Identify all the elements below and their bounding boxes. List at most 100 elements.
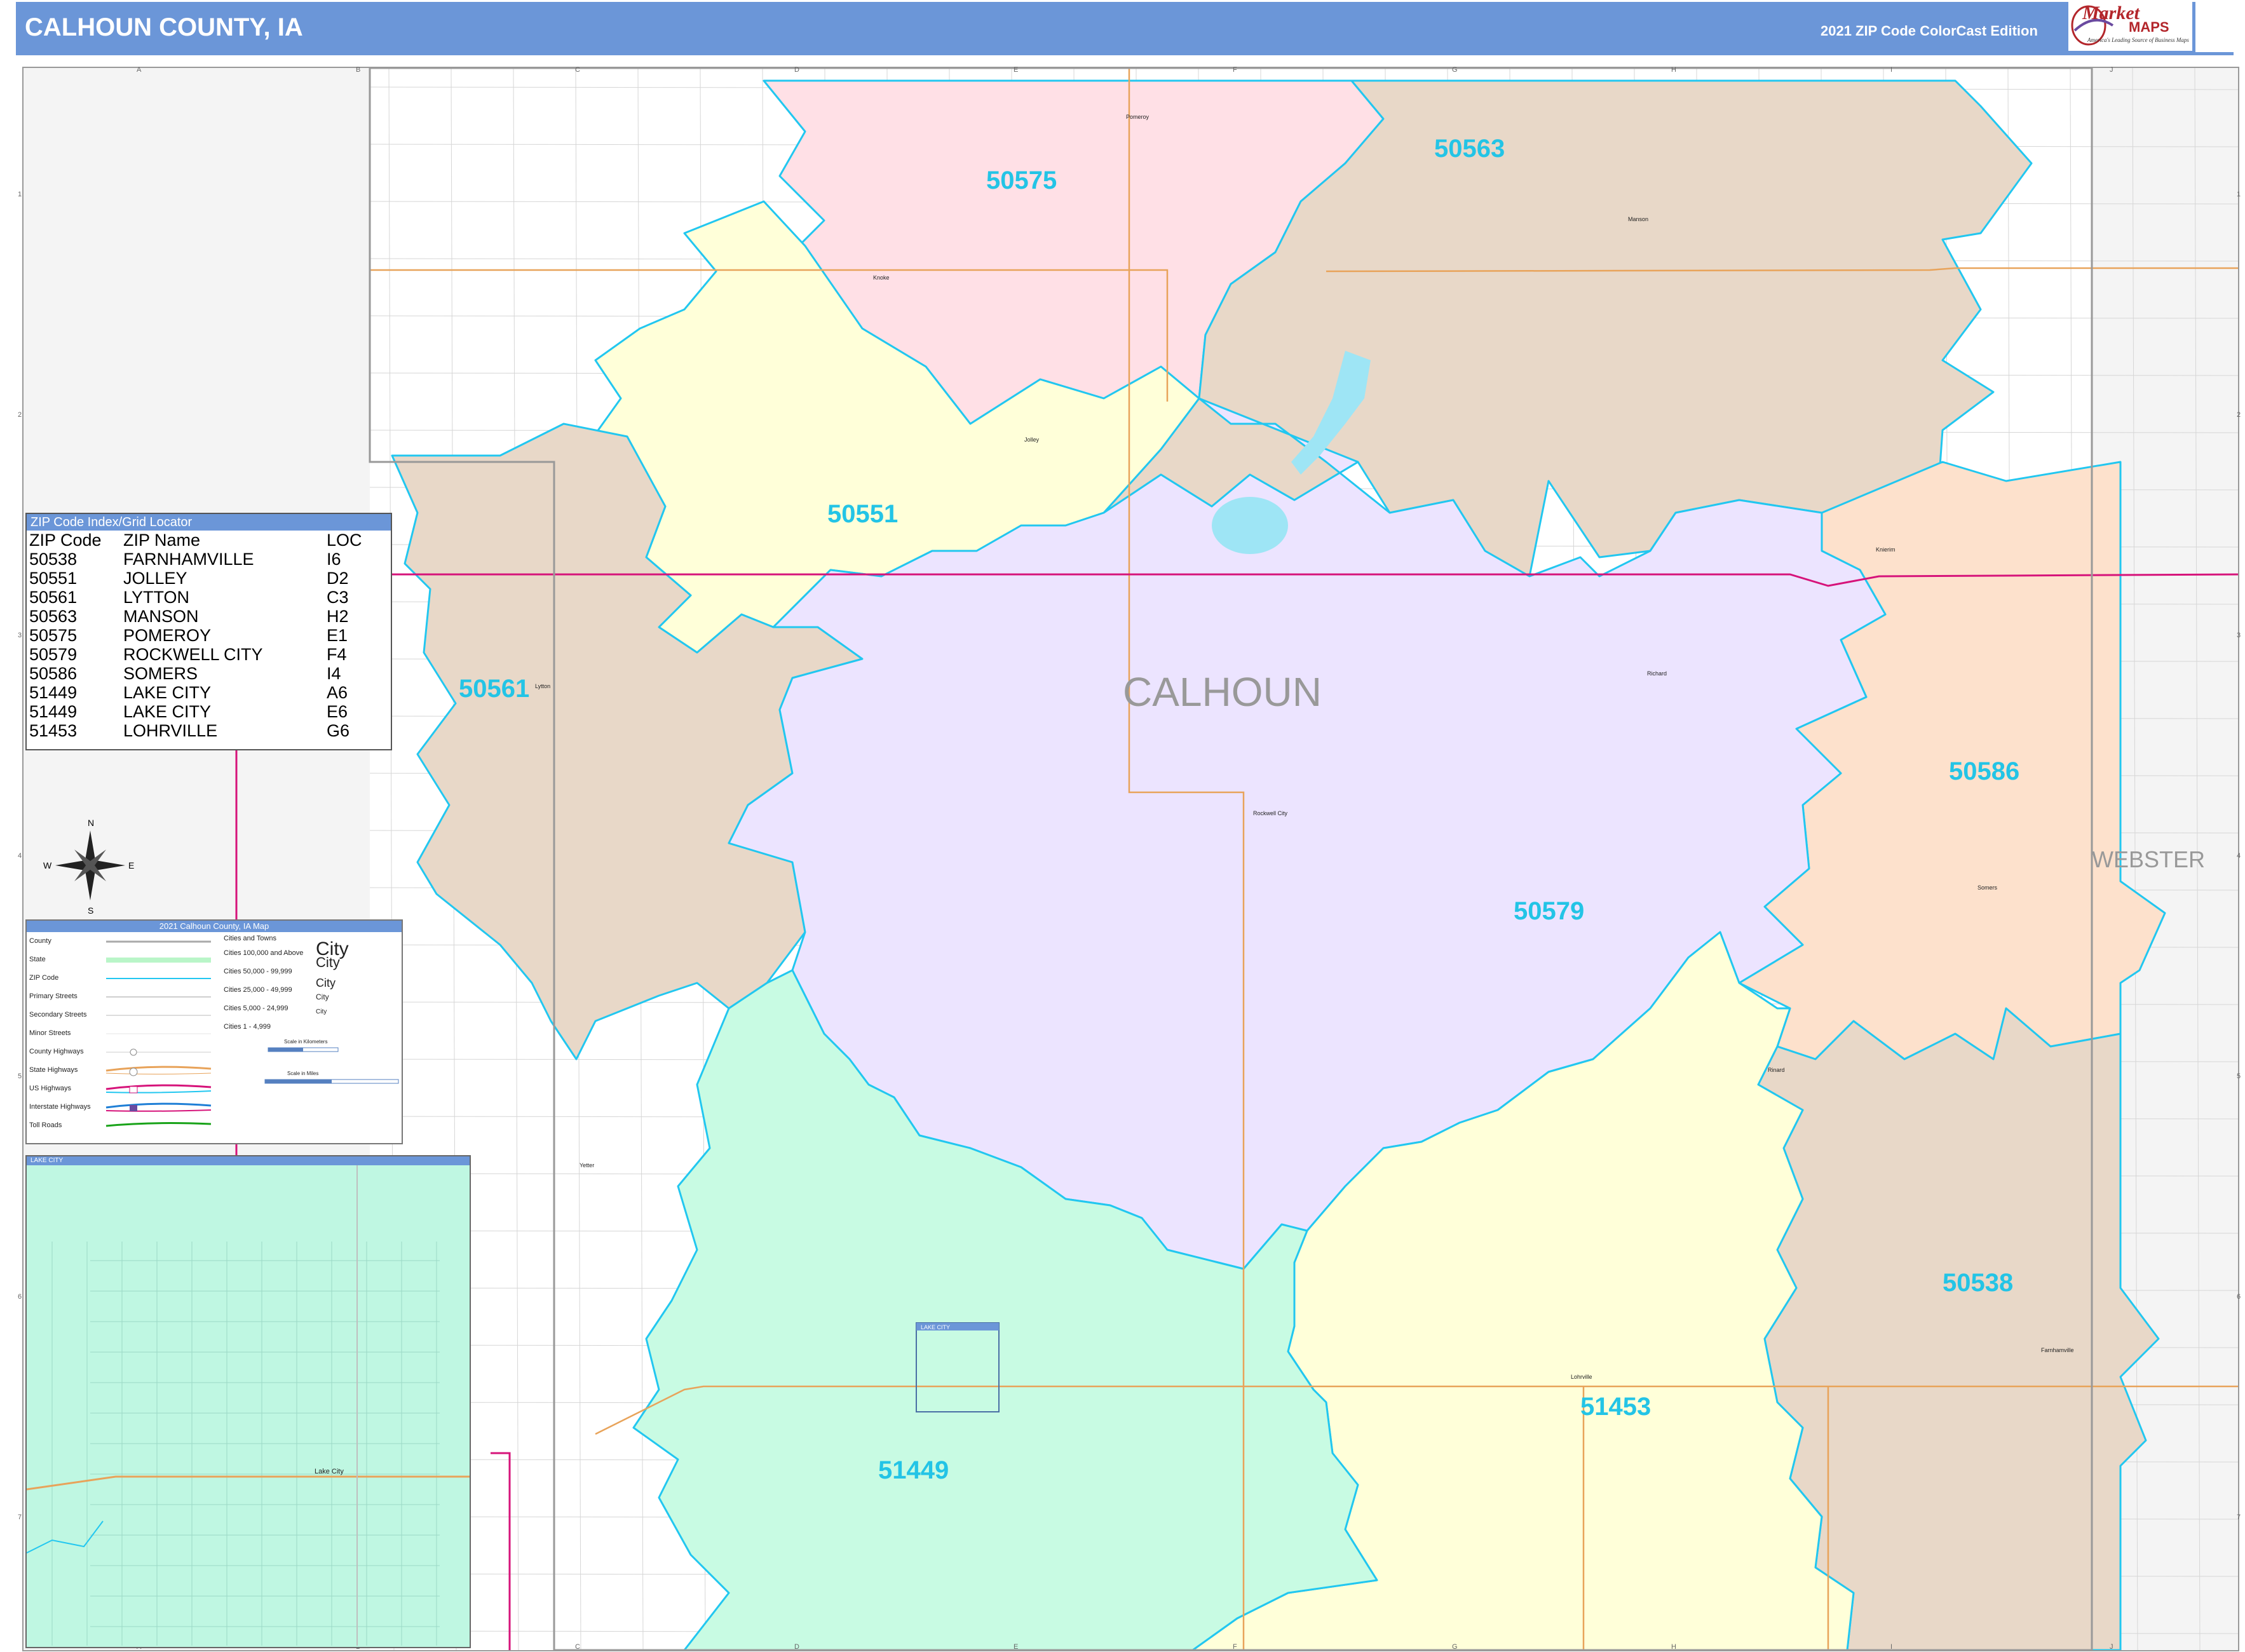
grid-row-label: 7 [2237, 1513, 2241, 1521]
grid-row-label: 4 [2237, 852, 2241, 860]
grid-column-label: G [1452, 1643, 1458, 1651]
grid-column-label: H [1671, 1643, 1676, 1651]
grid-column-label: F [1233, 1643, 1237, 1651]
town-label[interactable]: Lytton [535, 683, 550, 689]
zip-name-cell: ROCKWELL CITY [123, 645, 263, 664]
grid-row-label: 1 [2237, 191, 2241, 198]
zip-name-cell: MANSON [123, 607, 199, 626]
market-maps-logo: Market MAPS America's Leading Source of … [2068, 0, 2192, 51]
town-label[interactable]: Rinard [1768, 1067, 1785, 1073]
zip-index-row[interactable]: 50538 FARNHAMVILLE I6 [29, 550, 362, 569]
title-bar: CALHOUN COUNTY, IA 2021 ZIP Code ColorCa… [16, 2, 2234, 55]
grid-column-label: I [1890, 1643, 1893, 1651]
grid-column-label: E [1014, 1643, 1019, 1651]
grid-row-label: 2 [2237, 411, 2241, 419]
zip-loc-cell: E1 [327, 626, 348, 645]
zip-index-row[interactable]: 50586 SOMERS I4 [29, 664, 362, 683]
zip-index-col-header: ZIP Name [123, 531, 201, 550]
compass-s: S [88, 905, 93, 916]
inset-town-label: Lake City [315, 1468, 344, 1475]
town-label[interactable]: Farnhamville [2041, 1347, 2074, 1353]
zip-name-cell: JOLLEY [123, 569, 187, 588]
zip-name-cell: FARNHAMVILLE [123, 550, 254, 569]
grid-column-label: F [1233, 66, 1237, 74]
zip-index-row[interactable]: 50579 ROCKWELL CITY F4 [29, 645, 362, 664]
town-label[interactable]: Manson [1628, 216, 1648, 222]
zip-index-row[interactable]: 50561 LYTTON C3 [29, 588, 362, 607]
zip-label-50538: 50538 [1943, 1269, 2014, 1297]
grid-column-label: D [794, 66, 799, 74]
town-label[interactable]: Richard [1647, 670, 1667, 677]
inset-map [27, 1165, 470, 1646]
town-label[interactable]: Yetter [580, 1162, 594, 1168]
zip-index-table: ZIP Code ZIP Name LOC 50538 FARNHAMVILLE I… [29, 531, 362, 740]
grid-column-label: C [575, 66, 580, 74]
zip-loc-cell: E6 [327, 702, 348, 721]
grid-row-label: 4 [18, 852, 22, 860]
zip-code-cell: 50586 [29, 664, 78, 683]
grid-column-label: C [575, 1643, 580, 1651]
contact-block [2195, 1, 2240, 52]
legend-symbols [105, 940, 399, 1127]
zip-loc-cell: I6 [327, 550, 341, 569]
zip-label-50579: 50579 [1514, 897, 1585, 925]
lake-city-inset[interactable]: LAKE CITY Lake City [25, 1155, 471, 1648]
grid-row-label: 5 [2237, 1073, 2241, 1080]
lake-feature [1212, 497, 1288, 554]
inset-marker-label: LAKE CITY [921, 1324, 950, 1330]
town-label[interactable]: Lohrville [1571, 1374, 1592, 1380]
zip-loc-cell: C3 [327, 588, 349, 607]
grid-column-label: D [794, 1643, 799, 1651]
legend-panel: 2021 Calhoun County, IA Map County State Z… [25, 919, 403, 1144]
zip-code-cell: 50563 [29, 607, 78, 626]
zip-name-cell: LYTTON [123, 588, 190, 607]
zip-label-50561: 50561 [459, 675, 530, 703]
town-label[interactable]: Knoke [873, 274, 890, 281]
zip-name-cell: LOHRVILLE [123, 721, 218, 740]
zip-index-col-header: LOC [327, 531, 362, 550]
zip-index-row[interactable]: 50563 MANSON H2 [29, 607, 362, 626]
grid-row-label: 7 [18, 1513, 22, 1521]
zip-index-row[interactable]: 51449 LAKE CITY A6 [29, 683, 362, 702]
town-label[interactable]: Jolley [1024, 437, 1039, 443]
grid-column-label: E [1014, 66, 1019, 74]
zip-name-cell: POMEROY [123, 626, 212, 645]
zip-loc-cell: I4 [327, 664, 341, 683]
zip-label-50551: 50551 [827, 500, 899, 528]
zip-index-row[interactable]: 51449 LAKE CITY E6 [29, 702, 362, 721]
grid-column-label: G [1452, 66, 1458, 74]
zip-loc-cell: F4 [327, 645, 347, 664]
logo-text-2: MAPS [2129, 19, 2169, 35]
grid-row-label: 2 [18, 411, 22, 419]
grid-row-label: 6 [2237, 1293, 2241, 1301]
grid-column-label: B [356, 66, 361, 74]
compass-e: E [128, 860, 134, 870]
zip-code-cell: 50538 [29, 550, 78, 569]
zip-label-50575: 50575 [986, 166, 1057, 194]
zip-index-row[interactable]: 51453 LOHRVILLE G6 [29, 721, 362, 740]
town-label[interactable]: Knierim [1876, 546, 1896, 553]
compass-rose-icon: N S E W [43, 818, 134, 916]
zip-index-row[interactable]: 50575 POMEROY E1 [29, 626, 362, 645]
zip-code-cell: 51453 [29, 721, 78, 740]
map-title: CALHOUN COUNTY, IA [25, 13, 303, 41]
grid-row-label: 3 [18, 632, 22, 639]
edition-label: 2021 ZIP Code ColorCast Edition [1821, 23, 2038, 39]
zip-index-title: ZIP Code Index/Grid Locator [27, 514, 391, 531]
grid-row-label: 1 [18, 191, 22, 198]
zip-code-cell: 50579 [29, 645, 78, 664]
grid-column-label: J [2110, 66, 2113, 74]
zip-index-row[interactable]: 50551 JOLLEY D2 [29, 569, 362, 588]
zip-loc-cell: H2 [327, 607, 349, 626]
zip-index-col-header: ZIP Code [29, 531, 102, 550]
zip-name-cell: LAKE CITY [123, 702, 212, 721]
zip-label-50586: 50586 [1949, 757, 2020, 785]
zip-code-cell: 50561 [29, 588, 78, 607]
neighbor-county-label: WEBSTER [2092, 846, 2206, 872]
town-label[interactable]: Rockwell City [1253, 810, 1287, 816]
inset-title: LAKE CITY [27, 1156, 470, 1165]
town-label[interactable]: Somers [1977, 884, 1997, 891]
zip-area-50538[interactable] [1757, 1007, 2160, 1650]
town-label[interactable]: Pomeroy [1126, 114, 1149, 120]
zip-name-cell: SOMERS [123, 664, 198, 683]
